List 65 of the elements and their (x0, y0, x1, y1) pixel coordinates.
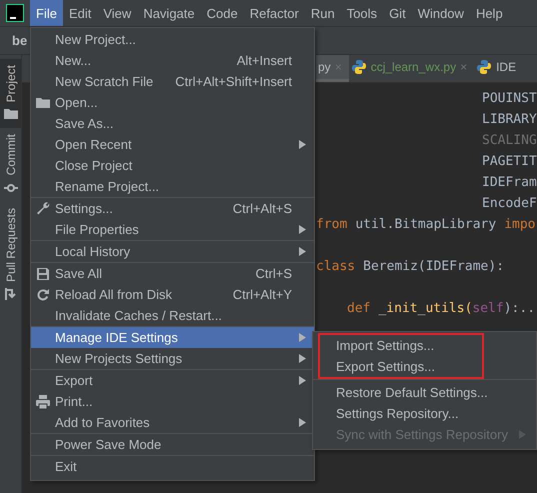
project-name[interactable]: be (12, 33, 28, 48)
menu-item[interactable]: Export (31, 370, 314, 391)
menu-item[interactable]: Code (200, 0, 244, 26)
menu-item[interactable]: File Properties (31, 219, 314, 240)
menu-item[interactable]: Add to Favorites (31, 412, 314, 433)
menu-item[interactable]: Open Recent (31, 134, 314, 155)
menu-item[interactable]: New Scratch File Ctrl+Alt+Shift+Insert (31, 71, 314, 92)
menu-item[interactable]: Help (470, 0, 509, 26)
wrench-icon (35, 200, 51, 216)
menu-item[interactable]: Local History (31, 241, 314, 262)
menu-item[interactable]: Save As... (31, 113, 314, 134)
menu-item[interactable]: Edit (62, 0, 98, 26)
menu-item[interactable]: Power Save Mode (31, 434, 314, 455)
menu-item[interactable]: Print... (31, 391, 314, 412)
python-file-icon (476, 59, 492, 75)
menu-item[interactable]: Manage IDE Settings (31, 327, 314, 348)
menu-item[interactable]: Git (383, 0, 412, 26)
menu-item[interactable]: Reload All from Disk Ctrl+Alt+Y (31, 284, 314, 305)
code-token: impo (504, 217, 536, 232)
menu-item[interactable]: Settings Repository... (320, 403, 534, 424)
menu-item[interactable]: Export Settings... (320, 356, 482, 377)
menu-item[interactable]: View (97, 0, 138, 26)
code-token: PAGETIT (482, 154, 537, 169)
code-token: SCALING (482, 133, 537, 148)
menu-item[interactable]: New... Alt+Insert (31, 50, 314, 71)
code-token: def (347, 301, 370, 316)
editor-tab[interactable]: py × (316, 55, 349, 82)
menu-item[interactable]: Exit (31, 456, 314, 477)
code-token: from (316, 217, 348, 232)
menu-item[interactable]: Open... (31, 92, 314, 113)
menu-item[interactable]: Tools (340, 0, 384, 26)
code-token: class (316, 259, 356, 274)
menu-item[interactable]: Window (412, 0, 470, 26)
menu-item[interactable]: Refactor (244, 0, 305, 26)
menu-item[interactable]: Restore Default Settings... (320, 382, 534, 403)
menu-item[interactable]: Save All Ctrl+S (31, 263, 314, 284)
code-token: self (472, 301, 504, 316)
menu-item[interactable]: New Project... (31, 29, 314, 50)
app-logo-icon (6, 4, 24, 22)
code-token: util.BitmapLibrary (355, 217, 496, 232)
editor-tab[interactable]: ccj_learn_wx.py × (348, 55, 474, 82)
python-file-icon (350, 59, 367, 75)
code-token: IDEFram (482, 175, 537, 190)
tool-window-tab[interactable]: Pull Requests (0, 202, 21, 308)
menu-item[interactable]: Close Project (31, 155, 314, 176)
menu-item[interactable]: Navigate (137, 0, 201, 26)
tool-window-tab[interactable]: Project (0, 59, 21, 128)
code-token: LIBRARY (482, 112, 537, 127)
code-token: _init_utils( (378, 301, 472, 316)
code-token: POUINST (482, 91, 537, 106)
tool-window-tab[interactable]: Commit (0, 128, 21, 202)
menu-item[interactable]: Run (304, 0, 341, 26)
reload-icon (35, 286, 51, 302)
code-token: EncodeF (482, 196, 537, 211)
printer-icon (35, 394, 51, 410)
menu-item[interactable]: Invalidate Caches / Restart... (31, 305, 314, 326)
menu-item[interactable]: New Projects Settings (31, 348, 314, 369)
menu-item[interactable]: Rename Project... (31, 176, 314, 197)
code-token: ):... (504, 301, 537, 316)
code-token: Beremiz(IDEFrame): (363, 259, 504, 274)
editor-tab[interactable]: IDE (474, 55, 524, 82)
pull-request-icon (2, 286, 18, 302)
menu-item[interactable]: Settings... Ctrl+Alt+S (31, 198, 314, 219)
menu-item[interactable]: File (30, 0, 63, 26)
menu-item[interactable]: Import Settings... (320, 335, 482, 356)
